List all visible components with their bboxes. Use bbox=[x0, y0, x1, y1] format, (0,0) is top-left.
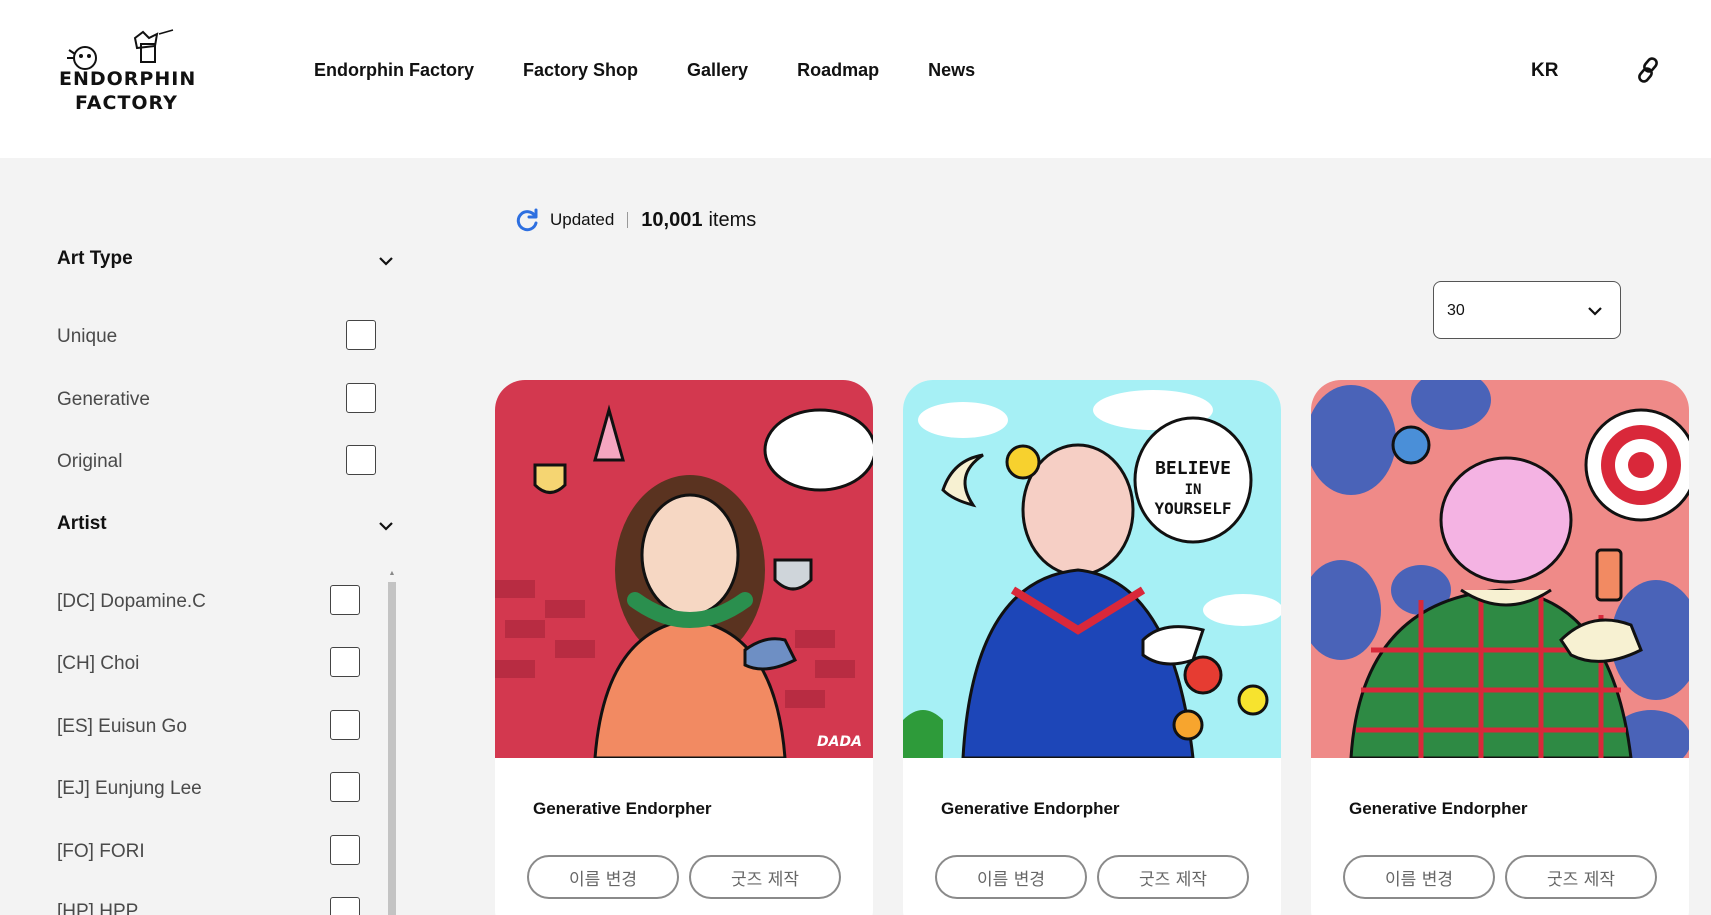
checkbox-artist-dc[interactable] bbox=[330, 585, 360, 615]
checkbox-artist-es[interactable] bbox=[330, 710, 360, 740]
chevron-down-icon[interactable] bbox=[377, 252, 395, 270]
rename-button[interactable]: 이름 변경 bbox=[935, 855, 1087, 899]
svg-text:DADA: DADA bbox=[817, 734, 862, 750]
artist-option-ch: [CH] Choi bbox=[57, 653, 140, 674]
nav-factory-shop[interactable]: Factory Shop bbox=[523, 60, 638, 81]
svg-text:BELIEVE: BELIEVE bbox=[1155, 458, 1231, 479]
endorphin-factory-logo[interactable]: ENDORPHIN FACTORY bbox=[55, 28, 195, 118]
top-header: ENDORPHIN FACTORY Endorphin Factory Fact… bbox=[0, 0, 1711, 158]
rename-button[interactable]: 이름 변경 bbox=[1343, 855, 1495, 899]
nav-gallery[interactable]: Gallery bbox=[687, 60, 748, 81]
filter-option-unique: Unique bbox=[57, 326, 118, 347]
checkbox-artist-fo[interactable] bbox=[330, 835, 360, 865]
artist-option-es: [ES] Euisun Go bbox=[57, 716, 187, 737]
checkbox-unique[interactable] bbox=[346, 320, 376, 350]
nav-roadmap[interactable]: Roadmap bbox=[797, 60, 879, 81]
artist-option-hp: [HP] HPP bbox=[57, 901, 139, 915]
checkbox-artist-hp[interactable] bbox=[330, 897, 360, 915]
artist-heading: Artist bbox=[57, 513, 107, 534]
card-title: Generative Endorpher bbox=[1349, 799, 1528, 818]
items-label: items bbox=[708, 208, 757, 231]
nft-artwork-image: BELIEVE IN YOURSELF bbox=[903, 380, 1281, 758]
nft-artwork-image bbox=[1311, 380, 1689, 758]
checkbox-artist-ej[interactable] bbox=[330, 772, 360, 802]
svg-text:YOURSELF: YOURSELF bbox=[1154, 499, 1231, 518]
logo-text-line1: ENDORPHIN bbox=[59, 68, 197, 90]
art-type-heading: Art Type bbox=[57, 248, 133, 269]
checkbox-artist-ch[interactable] bbox=[330, 647, 360, 677]
filter-sidebar: Art Type Unique Generative Original Arti… bbox=[0, 158, 420, 915]
nft-card[interactable]: Generative Endorpher 이름 변경 굿즈 제작 bbox=[1311, 380, 1689, 915]
results-status: Updated 10,001 items bbox=[516, 208, 756, 232]
chevron-down-icon[interactable] bbox=[377, 517, 395, 535]
main-nav: Endorphin Factory Factory Shop Gallery R… bbox=[314, 60, 1024, 81]
artist-option-fo: [FO] FORI bbox=[57, 841, 145, 862]
card-title: Generative Endorpher bbox=[533, 799, 712, 818]
rename-button[interactable]: 이름 변경 bbox=[527, 855, 679, 899]
nft-card[interactable]: BELIEVE IN YOURSELF Generative Endorpher… bbox=[903, 380, 1281, 915]
language-toggle[interactable]: KR bbox=[1531, 60, 1558, 82]
artist-option-dc: [DC] Dopamine.C bbox=[57, 591, 206, 612]
artist-option-ej: [EJ] Eunjung Lee bbox=[57, 778, 202, 799]
filter-option-original: Original bbox=[57, 451, 123, 472]
filter-option-generative: Generative bbox=[57, 389, 150, 410]
logo-text-line2: FACTORY bbox=[75, 92, 178, 114]
chevron-down-icon bbox=[1588, 307, 1602, 316]
make-goods-button[interactable]: 굿즈 제작 bbox=[1097, 855, 1249, 899]
item-count: 10,001 bbox=[641, 208, 703, 231]
page-size-value: 30 bbox=[1447, 302, 1465, 319]
checkbox-generative[interactable] bbox=[346, 383, 376, 413]
checkbox-original[interactable] bbox=[346, 445, 376, 475]
make-goods-button[interactable]: 굿즈 제작 bbox=[1505, 855, 1657, 899]
scroll-up-arrow-icon[interactable]: ▲ bbox=[388, 570, 396, 578]
nav-news[interactable]: News bbox=[928, 60, 975, 81]
nft-artwork-image: DADA bbox=[495, 380, 873, 758]
card-title: Generative Endorpher bbox=[941, 799, 1120, 818]
nav-endorphin-factory[interactable]: Endorphin Factory bbox=[314, 60, 474, 81]
scrollbar-thumb[interactable] bbox=[388, 582, 396, 915]
page-size-select[interactable]: 30 bbox=[1433, 281, 1621, 339]
svg-text:IN: IN bbox=[1185, 482, 1202, 498]
nft-card[interactable]: DADA Generative Endorpher 이름 변경 굿즈 제작 bbox=[495, 380, 873, 915]
link-icon[interactable] bbox=[1634, 56, 1662, 84]
make-goods-button[interactable]: 굿즈 제작 bbox=[689, 855, 841, 899]
refresh-icon[interactable] bbox=[516, 208, 540, 232]
updated-label: Updated bbox=[550, 210, 615, 229]
divider bbox=[627, 212, 629, 228]
